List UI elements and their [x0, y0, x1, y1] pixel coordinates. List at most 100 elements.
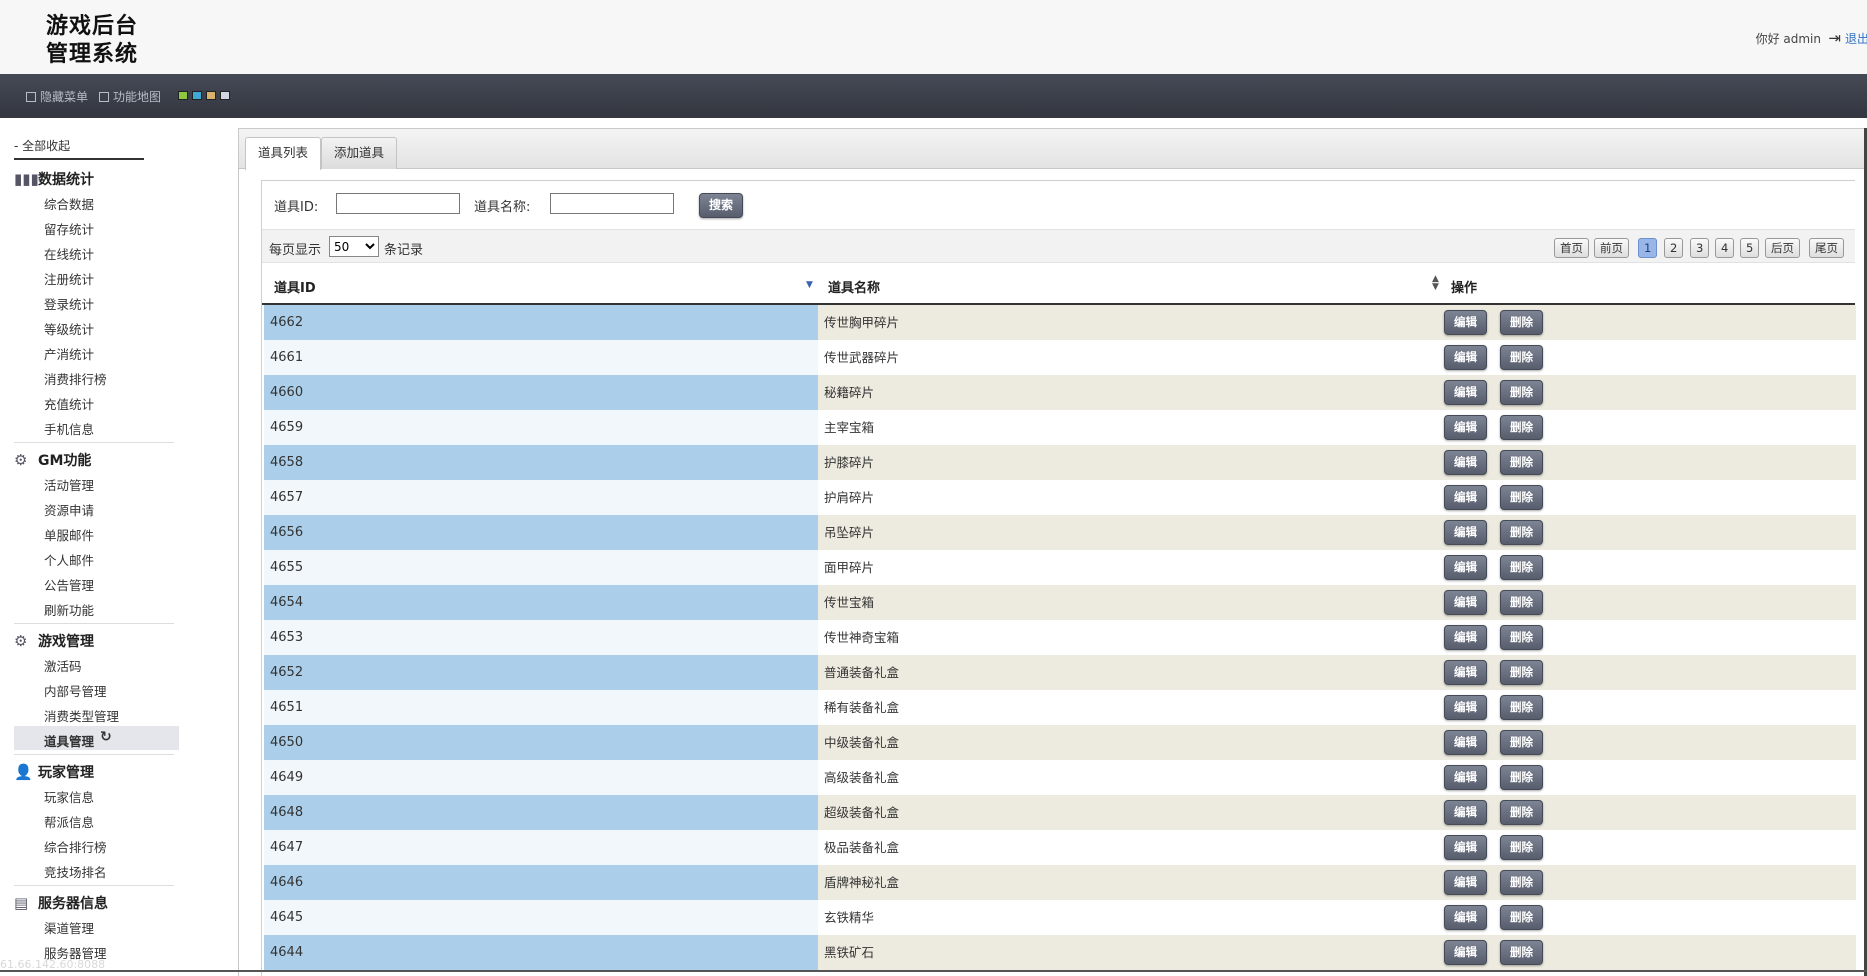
sidebar-item[interactable]: 公告管理 — [44, 575, 94, 594]
edit-button[interactable]: 编辑 — [1444, 345, 1487, 370]
delete-button[interactable]: 删除 — [1500, 870, 1543, 895]
tab-item-list[interactable]: 道具列表 — [245, 137, 322, 170]
delete-button[interactable]: 删除 — [1500, 730, 1543, 755]
edit-button[interactable]: 编辑 — [1444, 695, 1487, 720]
sidebar-item[interactable]: 刷新功能 — [44, 600, 94, 619]
last-page-button[interactable]: 尾页 — [1809, 238, 1844, 258]
sidebar-item[interactable]: 活动管理 — [44, 475, 94, 494]
delete-button[interactable]: 删除 — [1500, 450, 1543, 475]
page-button[interactable]: 4 — [1715, 238, 1735, 258]
edit-button[interactable]: 编辑 — [1444, 835, 1487, 860]
sidebar-item[interactable]: 登录统计 — [44, 294, 94, 313]
page-button[interactable]: 2 — [1664, 238, 1684, 258]
delete-button[interactable]: 删除 — [1500, 520, 1543, 545]
sort-desc-icon[interactable]: ▼ — [806, 280, 813, 290]
sidebar-group-server[interactable]: ▤ 服务器信息 — [14, 893, 108, 913]
delete-button[interactable]: 删除 — [1500, 940, 1543, 965]
next-page-button[interactable]: 后页 — [1765, 238, 1800, 258]
edit-button[interactable]: 编辑 — [1444, 800, 1487, 825]
sidebar-item[interactable]: 内部号管理 — [44, 681, 107, 700]
delete-button[interactable]: 删除 — [1500, 800, 1543, 825]
sidebar-item[interactable]: 单服邮件 — [44, 525, 94, 544]
function-map-button[interactable]: 功能地图 — [99, 88, 161, 105]
sidebar-item[interactable]: 渠道管理 — [44, 918, 94, 937]
page-button[interactable]: 1 — [1638, 238, 1658, 258]
delete-button[interactable]: 删除 — [1500, 695, 1543, 720]
sort-both-icon[interactable]: ▲ ▼ — [1432, 275, 1439, 292]
tab-add-item[interactable]: 添加道具 — [321, 137, 398, 169]
search-button[interactable]: 搜索 — [699, 193, 744, 218]
sidebar-group-players[interactable]: 👤 玩家管理 — [14, 762, 94, 782]
theme-swatch-gray[interactable] — [220, 91, 230, 100]
first-page-button[interactable]: 首页 — [1554, 238, 1589, 258]
edit-button[interactable]: 编辑 — [1444, 590, 1487, 615]
delete-button[interactable]: 删除 — [1500, 555, 1543, 580]
per-page-select[interactable]: 50 — [329, 236, 379, 257]
edit-button[interactable]: 编辑 — [1444, 485, 1487, 510]
delete-button[interactable]: 删除 — [1500, 590, 1543, 615]
logo[interactable]: 游戏后台 管理系统 — [46, 12, 138, 68]
theme-swatch-green[interactable] — [178, 91, 188, 100]
edit-button[interactable]: 编辑 — [1444, 765, 1487, 790]
logout-icon[interactable]: ⇥ — [1828, 29, 1841, 47]
item-id-input[interactable] — [336, 193, 460, 214]
logout-link[interactable]: 退出 — [1845, 30, 1867, 47]
sidebar-group-data-stats[interactable]: ▮▮▮数据统计 — [14, 169, 94, 189]
column-header-item-name[interactable]: 道具名称 — [828, 277, 880, 296]
edit-button[interactable]: 编辑 — [1444, 660, 1487, 685]
sidebar-group-game[interactable]: ⚙ 游戏管理 — [14, 631, 94, 651]
sidebar-item[interactable]: 竞技场排名 — [44, 862, 107, 881]
sidebar-item[interactable]: 手机信息 — [44, 419, 94, 438]
edit-button[interactable]: 编辑 — [1444, 905, 1487, 930]
edit-button[interactable]: 编辑 — [1444, 380, 1487, 405]
delete-button[interactable]: 删除 — [1500, 660, 1543, 685]
sidebar-item[interactable]: 玩家信息 — [44, 787, 94, 806]
page-button[interactable]: 3 — [1690, 238, 1710, 258]
sidebar-item[interactable]: 留存统计 — [44, 219, 94, 238]
item-name-input[interactable] — [550, 193, 674, 214]
edit-button[interactable]: 编辑 — [1444, 730, 1487, 755]
delete-button[interactable]: 删除 — [1500, 905, 1543, 930]
sidebar-item[interactable]: 注册统计 — [44, 269, 94, 288]
delete-button[interactable]: 删除 — [1500, 765, 1543, 790]
delete-button[interactable]: 删除 — [1500, 415, 1543, 440]
edit-button[interactable]: 编辑 — [1444, 555, 1487, 580]
theme-swatch-tan[interactable] — [206, 91, 216, 100]
sidebar-item[interactable]: 帮派信息 — [44, 812, 94, 831]
sidebar-item[interactable]: 资源申请 — [44, 500, 94, 519]
page-button[interactable]: 5 — [1740, 238, 1760, 258]
sidebar-item[interactable]: 综合数据 — [44, 194, 94, 213]
delete-button[interactable]: 删除 — [1500, 485, 1543, 510]
edit-button[interactable]: 编辑 — [1444, 625, 1487, 650]
sidebar-item[interactable]: 个人邮件 — [44, 550, 94, 569]
sidebar-item[interactable]: 综合排行榜 — [44, 837, 107, 856]
edit-button[interactable]: 编辑 — [1444, 415, 1487, 440]
sidebar-item[interactable]: 充值统计 — [44, 394, 94, 413]
sidebar-item[interactable]: 在线统计 — [44, 244, 94, 263]
delete-button[interactable]: 删除 — [1500, 625, 1543, 650]
sidebar-item[interactable]: 消费排行榜 — [44, 369, 107, 388]
delete-button[interactable]: 删除 — [1500, 345, 1543, 370]
edit-button[interactable]: 编辑 — [1444, 520, 1487, 545]
edit-button[interactable]: 编辑 — [1444, 450, 1487, 475]
sidebar-item[interactable]: 等级统计 — [44, 319, 94, 338]
theme-swatch-blue[interactable] — [192, 91, 202, 100]
sidebar-group-gm[interactable]: ⚙ GM功能 — [14, 450, 91, 470]
sidebar-item-item-management[interactable]: 道具管理 — [44, 731, 94, 750]
delete-button[interactable]: 删除 — [1500, 835, 1543, 860]
column-header-item-id[interactable]: 道具ID — [274, 277, 316, 296]
prev-page-button[interactable]: 前页 — [1594, 238, 1629, 258]
edit-button[interactable]: 编辑 — [1444, 870, 1487, 895]
delete-button[interactable]: 删除 — [1500, 310, 1543, 335]
delete-button[interactable]: 删除 — [1500, 380, 1543, 405]
hide-menu-button[interactable]: 隐藏菜单 — [26, 88, 88, 105]
table-row: 4655 面甲碎片 编辑 删除 — [264, 550, 1856, 585]
sidebar-item[interactable]: 消费类型管理 — [44, 706, 119, 725]
edit-button[interactable]: 编辑 — [1444, 310, 1487, 335]
collapse-all-link[interactable]: - 全部收起 — [14, 137, 144, 160]
sidebar-item[interactable]: 激活码 — [44, 656, 82, 675]
toolbar: 隐藏菜单 功能地图 — [0, 74, 1867, 118]
sidebar-item[interactable]: 产消统计 — [44, 344, 94, 363]
grid-icon — [99, 92, 109, 102]
edit-button[interactable]: 编辑 — [1444, 940, 1487, 965]
